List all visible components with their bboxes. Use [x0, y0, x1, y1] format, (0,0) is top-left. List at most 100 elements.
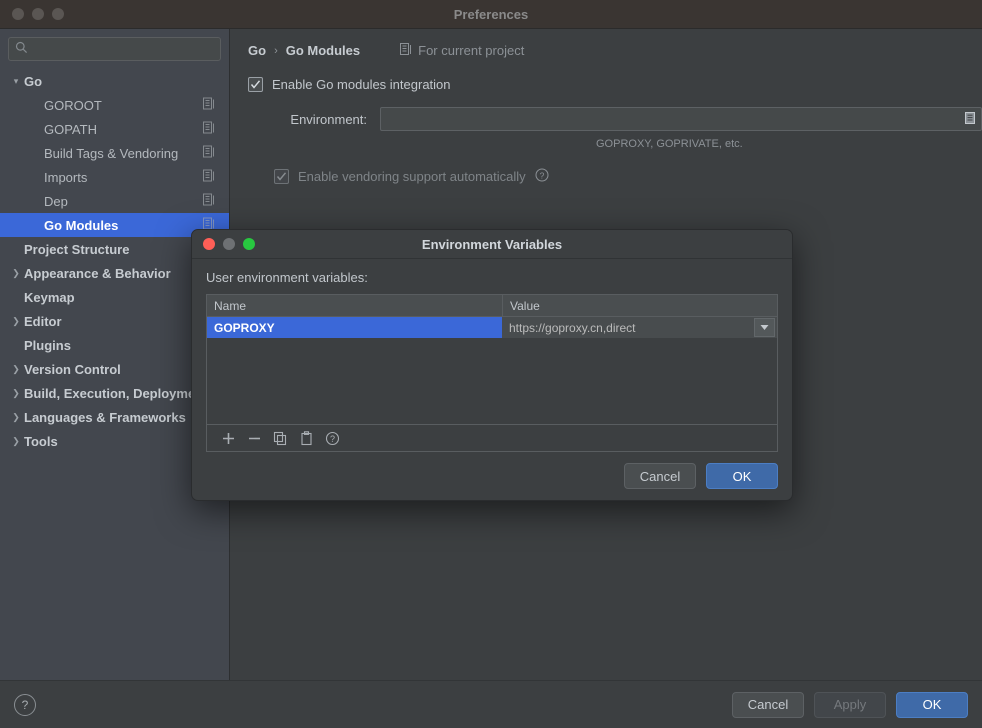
sidebar-item-label: Keymap	[24, 289, 75, 305]
apply-button: Apply	[814, 691, 886, 718]
dialog-help-button[interactable]: ?	[319, 427, 345, 449]
dialog-title: Environment Variables	[421, 236, 563, 252]
sidebar-item-label: Go	[24, 73, 43, 89]
sidebar-item-imports[interactable]: Imports	[0, 165, 229, 189]
dialog-ok-button[interactable]: OK	[706, 463, 778, 489]
list-editor-icon[interactable]	[962, 110, 978, 129]
project-scope-icon	[400, 43, 412, 58]
svg-text:?: ?	[329, 434, 334, 444]
sidebar-item-dep[interactable]: Dep	[0, 189, 229, 213]
sidebar-item-gopath[interactable]: GOPATH	[0, 117, 229, 141]
window-traffic-lights	[12, 8, 64, 20]
chevron-right-icon[interactable]: ❯	[8, 268, 24, 279]
search-box[interactable]	[8, 37, 221, 61]
breadcrumb-current: Go Modules	[285, 43, 361, 58]
chevron-down-icon[interactable]: ▾	[8, 76, 24, 87]
chevron-right-icon[interactable]: ❯	[8, 388, 24, 399]
sidebar-item-label: Build, Execution, Deployment	[24, 385, 208, 401]
help-circle-icon[interactable]: ?	[535, 168, 549, 185]
scope-label: For current project	[418, 43, 525, 58]
ok-button[interactable]: OK	[896, 691, 968, 718]
chevron-right-icon[interactable]: ❯	[8, 436, 24, 447]
chevron-right-icon[interactable]: ❯	[8, 364, 24, 375]
window-title: Preferences	[453, 6, 529, 22]
checkmark-icon	[276, 172, 287, 181]
scope-indicator: For current project	[400, 43, 524, 58]
breadcrumb: Go › Go Modules For current project	[230, 29, 982, 58]
plus-icon	[222, 432, 234, 444]
sidebar-item-label: GOPATH	[44, 121, 97, 137]
chevron-right-icon[interactable]: ❯	[8, 316, 24, 327]
dialog-body: User environment variables: Name Value G…	[192, 259, 792, 452]
help-circle-icon: ?	[325, 431, 339, 445]
dialog-caption: User environment variables:	[206, 270, 368, 285]
sidebar-item-label: GOROOT	[44, 97, 102, 113]
sidebar-item-label: Imports	[44, 169, 88, 185]
remove-button[interactable]	[241, 427, 267, 449]
zoom-button[interactable]	[52, 8, 64, 20]
window-titlebar: Preferences	[0, 0, 982, 29]
vendoring-row: Enable vendoring support automatically ?	[230, 168, 982, 185]
vendoring-checkbox	[274, 169, 289, 184]
dialog-footer: Cancel OK	[192, 452, 792, 500]
sidebar-item-label: Languages & Frameworks	[24, 409, 186, 425]
table-row[interactable]: GOPROXY https://goproxy.cn,direct	[207, 317, 777, 338]
table-body: GOPROXY https://goproxy.cn,direct	[207, 317, 777, 424]
minus-icon	[248, 437, 260, 439]
breadcrumb-parent[interactable]: Go	[248, 43, 266, 58]
search-input[interactable]	[33, 41, 214, 57]
sidebar-item-build-tags-vendoring[interactable]: Build Tags & Vendoring	[0, 141, 229, 165]
help-circle-icon[interactable]: ?	[14, 693, 36, 716]
sidebar-item-label: Version Control	[24, 361, 121, 377]
close-button[interactable]	[12, 8, 24, 20]
sidebar-item-goroot[interactable]: GOROOT	[0, 93, 229, 117]
minimize-button[interactable]	[32, 8, 44, 20]
chevron-down-icon[interactable]	[754, 318, 775, 337]
chevron-right-icon[interactable]: ❯	[8, 412, 24, 423]
column-header-name[interactable]: Name	[207, 295, 503, 316]
sidebar-item-label: Dep	[44, 193, 68, 209]
sidebar-item-label: Tools	[24, 433, 58, 449]
enable-modules-checkbox[interactable]	[248, 77, 263, 92]
vendoring-label: Enable vendoring support automatically	[298, 169, 526, 184]
environment-variables-dialog: Environment Variables User environment v…	[191, 229, 793, 501]
sidebar-item-label: Build Tags & Vendoring	[44, 145, 179, 161]
copy-icon	[273, 431, 286, 445]
checkmark-icon	[250, 80, 261, 89]
cell-value-text: https://goproxy.cn,direct	[509, 320, 636, 335]
project-scope-icon[interactable]	[203, 121, 215, 137]
table-header: Name Value	[207, 295, 777, 317]
cancel-button[interactable]: Cancel	[732, 691, 804, 718]
project-scope-icon[interactable]	[203, 169, 215, 185]
sidebar-item-label: Go Modules	[44, 217, 119, 233]
search-icon	[15, 41, 28, 57]
environment-label: Environment:	[290, 111, 367, 127]
environment-row: Environment:	[230, 107, 982, 131]
breadcrumb-separator: ›	[274, 44, 278, 57]
column-header-value[interactable]: Value	[503, 295, 777, 316]
table-toolbar: ?	[207, 424, 777, 451]
sidebar-item-label: Appearance & Behavior	[24, 265, 171, 281]
dialog-cancel-button[interactable]: Cancel	[624, 463, 696, 489]
sidebar-item-label: Editor	[24, 313, 62, 329]
dialog-titlebar: Environment Variables	[192, 230, 792, 259]
cell-name[interactable]: GOPROXY	[207, 317, 502, 338]
project-scope-icon[interactable]	[203, 145, 215, 161]
sidebar-item-go[interactable]: ▾ Go	[0, 69, 229, 93]
environment-input[interactable]	[380, 107, 982, 131]
environment-hint: GOPROXY, GOPRIVATE, etc.	[596, 138, 743, 150]
enable-modules-label: Enable Go modules integration	[272, 77, 451, 92]
preferences-footer: ? Cancel Apply OK	[0, 680, 982, 728]
cell-value[interactable]: https://goproxy.cn,direct	[502, 317, 777, 338]
project-scope-icon[interactable]	[203, 193, 215, 209]
sidebar-item-label: Plugins	[24, 337, 71, 353]
sidebar-item-label: Project Structure	[24, 241, 130, 257]
paste-button[interactable]	[293, 427, 319, 449]
paste-icon	[300, 430, 312, 445]
svg-text:?: ?	[539, 170, 544, 180]
enable-modules-row[interactable]: Enable Go modules integration	[230, 77, 982, 92]
add-button[interactable]	[215, 427, 241, 449]
copy-button[interactable]	[267, 427, 293, 449]
search-container	[0, 29, 229, 67]
project-scope-icon[interactable]	[203, 97, 215, 113]
